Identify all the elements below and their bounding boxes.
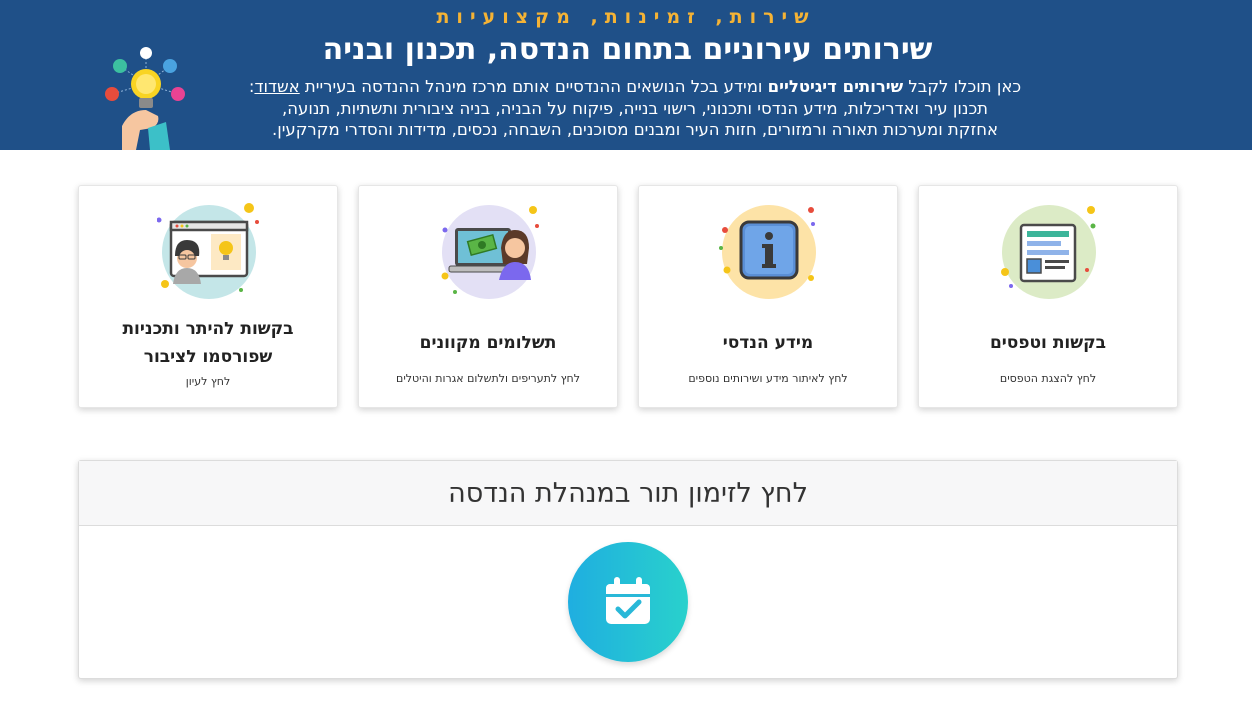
- intro-line-2: תכנון עיר ואדריכלות, מידע הנדסי ותכנוני,…: [281, 98, 989, 118]
- intro-middle: ומידע בכל הנושאים ההנדסיים אותם מרכז מינ…: [299, 77, 768, 96]
- card-forms-subtitle: לחץ להצגת הטפסים: [999, 372, 1097, 385]
- card-engineering-info[interactable]: מידע הנדסי לחץ לאיתור מידע ושירותים נוספ…: [638, 185, 898, 408]
- intro-line-3: אחזקת ומערכות תאורה ורמזורים, חזות העיר …: [271, 120, 999, 139]
- calendar-check-icon[interactable]: [568, 542, 688, 662]
- card-forms-title: בקשות וטפסים: [989, 333, 1107, 353]
- forms-icon: [997, 200, 1101, 304]
- card-info-title: מידע הנדסי: [722, 333, 814, 353]
- intro-city-link[interactable]: אשדוד: [254, 77, 299, 96]
- card-info-subtitle: לחץ לאיתור מידע ושירותים נוספים: [688, 372, 848, 385]
- card-permits-title: בקשות להיתר ותכניות שפורסמו לציבור: [89, 315, 327, 371]
- intro-prefix: כאן תוכלו לקבל: [903, 77, 1022, 96]
- page-header: שירות, זמינות, מקצועיות שירותים עירוניים…: [0, 0, 1252, 150]
- lightbulb-hand-icon: [100, 44, 192, 150]
- payment-icon: [437, 200, 541, 304]
- card-permits-title-line1: בקשות להיתר ותכניות: [122, 319, 294, 339]
- appointment-panel[interactable]: לחץ לזימון תור במנהלת הנדסה: [78, 460, 1178, 679]
- card-online-payments[interactable]: תשלומים מקוונים לחץ לתעריפים ולתשלום אגר…: [358, 185, 618, 408]
- intro-bold: שירותים דיגיטליים: [767, 77, 904, 96]
- card-payments-subtitle: לחץ לתעריפים ולתשלום אגרות והיטלים: [396, 372, 580, 385]
- card-payments-title: תשלומים מקוונים: [419, 333, 557, 353]
- intro-text: כאן תוכלו לקבל שירותים דיגיטליים ומידע ב…: [235, 76, 1035, 141]
- card-published-permits[interactable]: בקשות להיתר ותכניות שפורסמו לציבור לחץ ל…: [78, 185, 338, 408]
- card-permits-title-line2: שפורסמו לציבור: [143, 347, 273, 367]
- appointment-label[interactable]: לחץ לזימון תור במנהלת הנדסה: [79, 461, 1177, 526]
- card-forms[interactable]: בקשות וטפסים לחץ להצגת הטפסים: [918, 185, 1178, 408]
- card-permits-subtitle: לחץ לעיון: [185, 375, 231, 388]
- published-plans-icon: [156, 200, 261, 304]
- tagline: שירות, זמינות, מקצועיות: [436, 6, 816, 28]
- info-icon: [717, 200, 821, 304]
